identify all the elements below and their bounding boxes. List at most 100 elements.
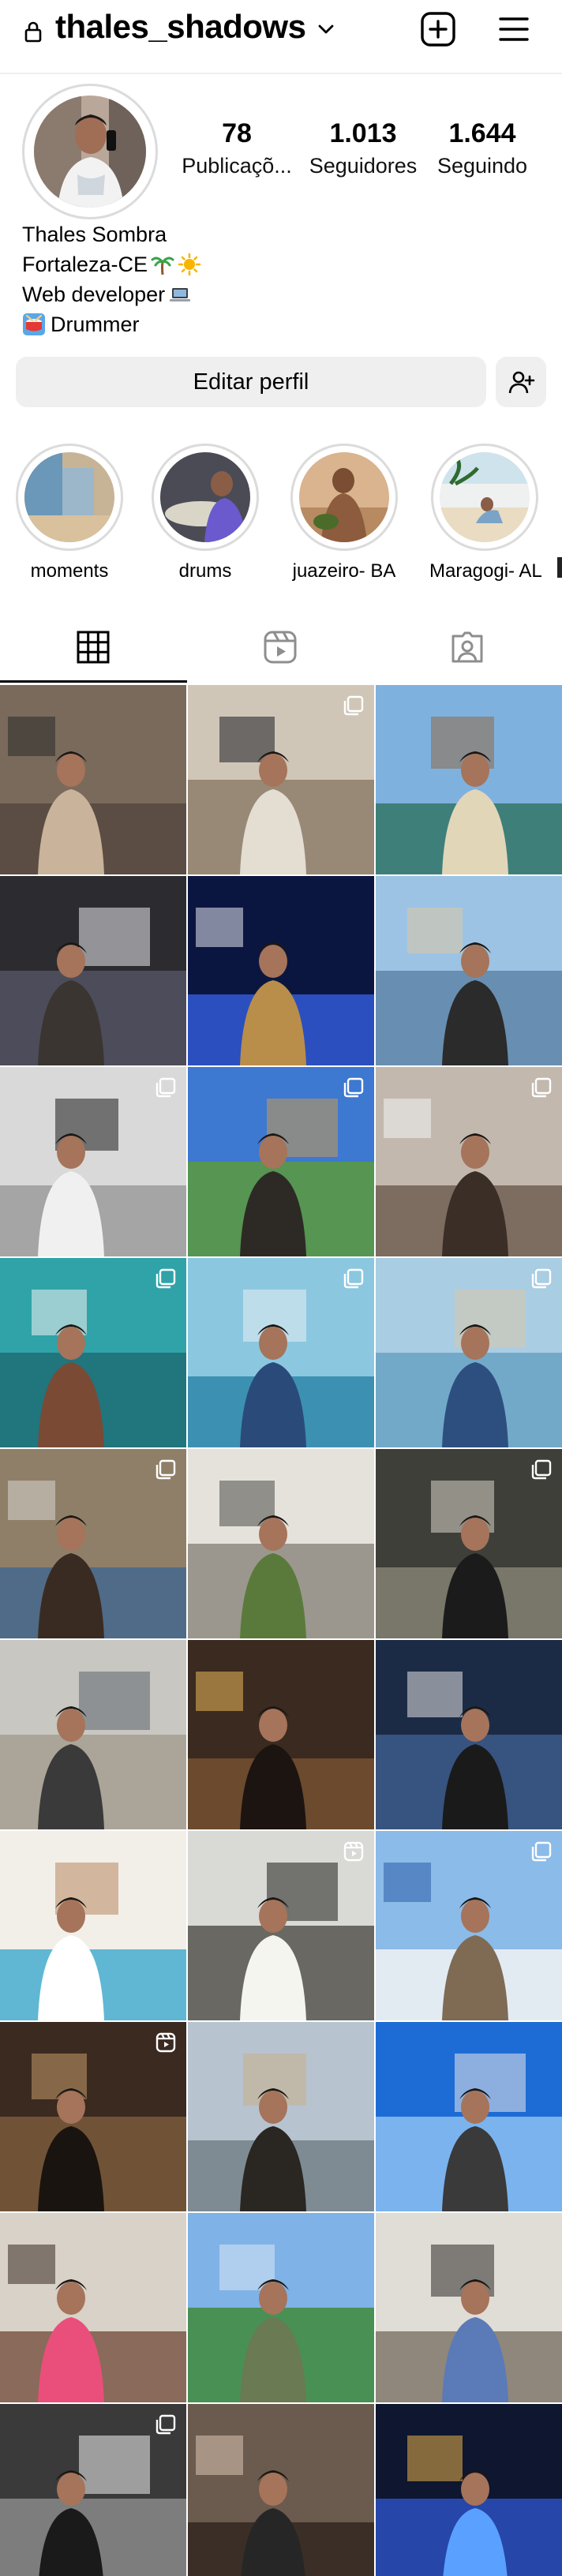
post-thumbnail[interactable] [376,1640,562,1829]
post-thumbnail[interactable] [0,2022,186,2211]
palm-tree-icon [151,253,174,276]
post-thumbnail[interactable] [188,1831,374,2020]
chevron-down-icon[interactable] [316,19,336,39]
avatar[interactable] [34,95,146,208]
carousel-indicator-icon [155,1077,176,1098]
post-thumbnail[interactable] [376,2213,562,2402]
post-thumbnail[interactable] [0,1067,186,1256]
highlight-label: drums [178,560,232,582]
edit-profile-button[interactable]: Editar perfil [16,357,486,407]
sun-icon [178,253,201,276]
hamburger-menu-icon[interactable] [496,11,532,47]
post-thumbnail[interactable] [376,876,562,1065]
profile-avatar-ring[interactable] [22,84,158,219]
post-image [376,876,562,1065]
post-thumbnail[interactable] [376,1067,562,1256]
highlight-label: juazeiro- BA [292,560,396,582]
bio-location-text: Fortaleza-CE [22,253,148,276]
post-image [188,2022,374,2211]
post-image [188,2404,374,2576]
highlight-ring [431,444,538,551]
carousel-indicator-icon [343,1268,364,1289]
post-image [376,2404,562,2576]
highlight-ring [290,444,398,551]
post-thumbnail[interactable] [0,685,186,874]
post-image [0,1831,186,2020]
bio-line-job: Web developer [22,279,201,309]
highlight-cover [160,452,250,542]
post-image [0,1640,186,1829]
post-image [376,2213,562,2402]
highlight-juazeiro[interactable]: juazeiro- BA [289,444,399,582]
post-image [376,1640,562,1829]
tab-reels[interactable] [187,612,374,683]
post-thumbnail[interactable] [376,1258,562,1447]
posts-stat[interactable]: 78 Publicaçõ... [178,118,295,178]
following-stat[interactable]: 1.644 Seguindo [431,118,534,178]
carousel-indicator-icon [155,2414,176,2435]
highlight-overflow-hint [557,557,562,578]
post-thumbnail[interactable] [188,876,374,1065]
post-image [0,876,186,1065]
bio-hobby-text: Drummer [51,313,140,336]
post-image [376,2022,562,2211]
highlight-drums[interactable]: drums [150,444,260,582]
post-thumbnail[interactable] [188,2213,374,2402]
post-image [0,2213,186,2402]
bio-line-location: Fortaleza-CE [22,249,201,279]
post-thumbnail[interactable] [376,1831,562,2020]
bio-job-text: Web developer [22,283,166,306]
highlight-ring [152,444,259,551]
highlight-label: Maragogi- AL [429,560,542,582]
carousel-indicator-icon [531,1268,552,1289]
post-thumbnail[interactable] [0,1831,186,2020]
carousel-indicator-icon [343,1077,364,1098]
post-thumbnail[interactable] [188,1067,374,1256]
drum-icon [22,313,46,336]
carousel-indicator-icon [343,695,364,716]
active-tab-indicator [0,680,187,683]
plus-square-icon[interactable] [418,9,458,49]
followers-stat[interactable]: 1.013 Seguidores [302,118,425,178]
post-thumbnail[interactable] [376,2404,562,2576]
reel-indicator-icon [343,1841,364,1862]
post-thumbnail[interactable] [188,2022,374,2211]
post-thumbnail[interactable] [376,1449,562,1638]
post-thumbnail[interactable] [188,685,374,874]
discover-people-button[interactable] [496,357,546,407]
post-thumbnail[interactable] [376,685,562,874]
laptop-icon [168,283,192,306]
post-thumbnail[interactable] [188,1449,374,1638]
username-title[interactable]: thales_shadows [55,8,306,46]
highlight-ring [16,444,123,551]
tab-tagged[interactable] [374,612,561,683]
post-thumbnail[interactable] [0,1258,186,1447]
carousel-indicator-icon [531,1459,552,1480]
highlight-moments[interactable]: moments [14,444,125,582]
bio-line-hobby: Drummer [22,309,201,339]
post-thumbnail[interactable] [0,2404,186,2576]
followers-count: 1.013 [329,118,397,148]
post-thumbnail[interactable] [0,876,186,1065]
profile-name: Thales Sombra [22,223,167,246]
highlight-maragogi[interactable]: Maragogi- AL [429,444,542,582]
followers-label: Seguidores [309,154,418,178]
following-label: Seguindo [436,154,528,178]
post-image [188,2213,374,2402]
post-thumbnail[interactable] [188,2404,374,2576]
post-thumbnail[interactable] [188,1640,374,1829]
post-thumbnail[interactable] [376,2022,562,2211]
highlight-label: moments [30,560,109,582]
highlight-cover [440,452,530,542]
tagged-icon [451,631,483,663]
highlight-cover [299,452,389,542]
profile-tabs [0,612,562,683]
posts-label: Publicaçõ... [182,154,292,178]
reel-indicator-icon [155,2032,176,2053]
post-thumbnail[interactable] [0,1449,186,1638]
post-thumbnail[interactable] [0,1640,186,1829]
tab-posts-grid[interactable] [0,612,187,683]
following-count: 1.644 [448,118,516,148]
post-thumbnail[interactable] [0,2213,186,2402]
post-thumbnail[interactable] [188,1258,374,1447]
